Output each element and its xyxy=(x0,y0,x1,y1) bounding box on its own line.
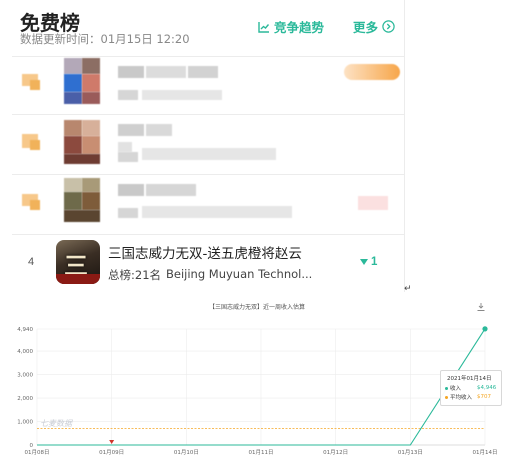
app-icon-band xyxy=(56,274,100,284)
x-tick-label: 01月08日 xyxy=(25,449,50,456)
blurred-ranking-row xyxy=(12,176,404,234)
tooltip-label: 平均收入 xyxy=(450,395,473,401)
x-tick-label: 01月14日 xyxy=(473,449,498,456)
y-tick-label: 4,000 xyxy=(17,349,33,355)
developer-name: Beijing Muyuan Technol... xyxy=(166,267,313,281)
competition-trend-link[interactable]: 竞争趋势 xyxy=(258,17,324,36)
revenue-line-chart: 0 1,000 2,000 3,000 4,000 4,940 01月08日 01月09日 01… xyxy=(17,326,498,456)
series-dot-icon xyxy=(445,395,448,399)
rank-up-arrow-icon xyxy=(360,259,368,265)
event-marker-icon xyxy=(109,440,115,444)
app-name[interactable]: 三国志威力无双-送五虎橙将赵云 xyxy=(108,242,302,262)
y-tick-label: 0 xyxy=(30,443,34,449)
rank-change-value: 1 xyxy=(371,256,378,268)
trend-label: 竞争趋势 xyxy=(274,20,325,35)
update-time: 数据更新时间：01月15日 12:20 xyxy=(20,32,190,46)
divider xyxy=(12,114,404,115)
series-dot-icon xyxy=(445,386,448,390)
y-tick-label: 4,940 xyxy=(17,327,33,333)
tooltip-label: 收入 xyxy=(450,386,462,392)
tooltip-date: 2021年01月14日 xyxy=(447,376,492,382)
app-icon[interactable]: 三國 xyxy=(56,240,100,284)
watermark: 七麦数据 xyxy=(40,419,72,428)
blurred-ranking-row xyxy=(12,118,404,176)
chevron-right-circle-icon xyxy=(382,20,395,33)
chart-tooltip: 2021年01月14日 收入 $4,946 平均收入 $707 xyxy=(440,370,502,406)
y-tick-label: 1,000 xyxy=(17,420,33,426)
x-tick-label: 01月12日 xyxy=(323,449,348,456)
blurred-ranking-row xyxy=(12,56,404,114)
tooltip-value: $707 xyxy=(477,394,491,400)
more-link[interactable]: 更多 xyxy=(353,17,395,36)
y-tick-label: 3,000 xyxy=(17,373,33,379)
data-point xyxy=(482,326,488,332)
more-label: 更多 xyxy=(353,20,379,35)
line-break-mark: ↵ xyxy=(404,283,412,293)
tooltip-row-average: 平均收入 $707 xyxy=(445,393,501,401)
x-tick-label: 01月09日 xyxy=(99,449,124,456)
y-tick-label: 2,000 xyxy=(17,396,33,402)
divider xyxy=(12,174,404,175)
x-tick-label: 01月13日 xyxy=(398,449,423,456)
tooltip-value: $4,946 xyxy=(477,385,497,391)
total-rank: 总榜:21名 xyxy=(108,268,162,282)
x-tick-label: 01月11日 xyxy=(249,449,274,456)
tooltip-row-revenue: 收入 $4,946 xyxy=(445,384,501,392)
trend-icon xyxy=(258,21,270,33)
x-tick-label: 01月10日 xyxy=(174,449,199,456)
rank-number: 4 xyxy=(28,256,35,268)
rank-change: 1 xyxy=(360,256,377,268)
ranking-row[interactable]: 4 三國 三国志威力无双-送五虎橙将赵云 总榜:21名 Beijing Muyu… xyxy=(6,234,404,292)
